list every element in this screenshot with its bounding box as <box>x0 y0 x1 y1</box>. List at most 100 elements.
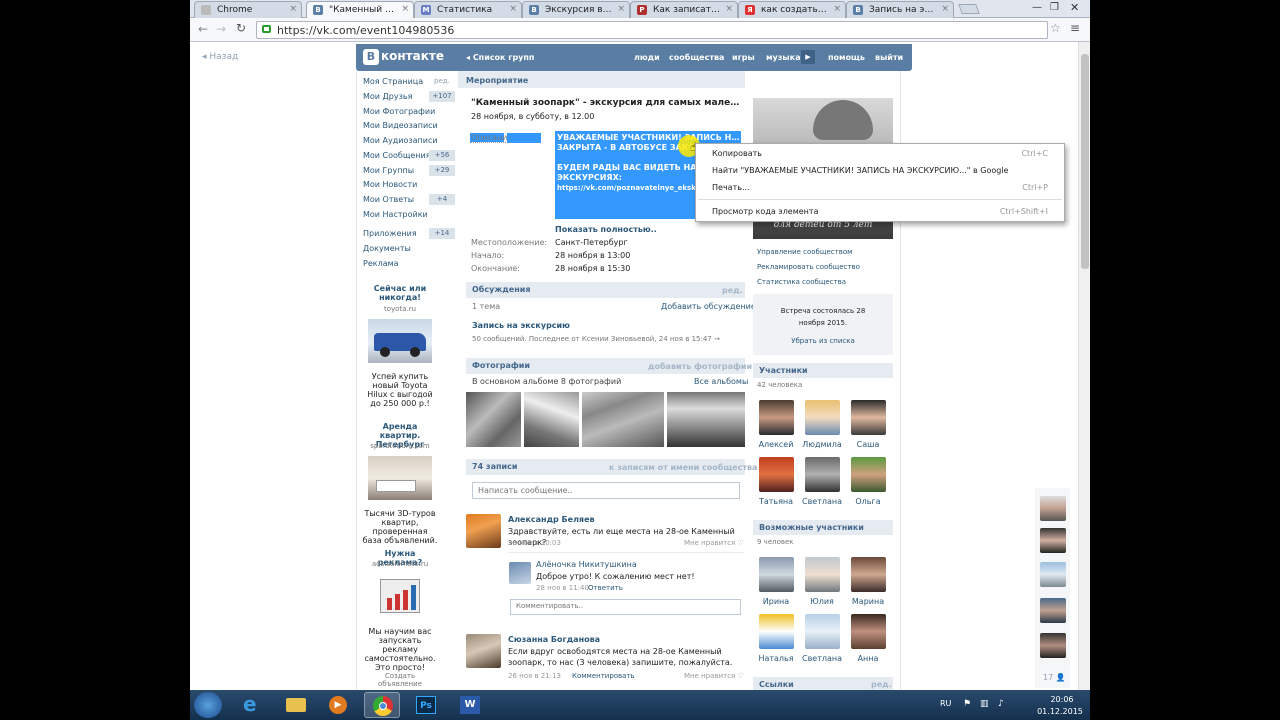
all-albums-link[interactable]: Все альбомы <box>694 377 748 386</box>
chat-avatar[interactable] <box>1040 633 1066 658</box>
reply-button[interactable]: Ответить <box>588 584 623 592</box>
photo-thumb[interactable] <box>466 392 521 447</box>
close-icon[interactable]: × <box>941 4 949 14</box>
minimize-icon[interactable]: — <box>1032 2 1042 13</box>
close-icon[interactable]: × <box>617 4 625 14</box>
nav-people[interactable]: люди <box>634 53 660 62</box>
forward-arrow-icon[interactable]: → <box>216 22 226 36</box>
menu-friends[interactable]: Мои Друзья <box>363 92 412 105</box>
edit-link[interactable]: ред. <box>434 77 450 85</box>
member-name[interactable]: Ирина <box>756 597 796 606</box>
photo-thumb[interactable] <box>524 392 579 447</box>
close-icon[interactable]: × <box>509 4 517 14</box>
member-name[interactable]: Анна <box>848 654 888 663</box>
member-avatar[interactable] <box>805 400 840 435</box>
members-header[interactable]: Участники <box>753 363 893 378</box>
star-icon[interactable]: ☆ <box>1050 21 1061 35</box>
avatar[interactable] <box>509 562 531 584</box>
url-input[interactable]: https://vk.com/event104980536 <box>256 21 1048 39</box>
member-name[interactable]: Ольга <box>848 497 888 506</box>
like-button[interactable]: Мне нравится ♡ <box>684 672 744 680</box>
menu-docs[interactable]: Документы <box>363 244 411 257</box>
maximize-icon[interactable]: ❐ <box>1050 2 1059 13</box>
possible-members-header[interactable]: Возможные участники <box>753 520 893 535</box>
post-author[interactable]: Александр Беляев <box>508 515 595 524</box>
member-name[interactable]: Татьяна <box>756 497 796 506</box>
ad-image-room[interactable] <box>368 456 432 500</box>
comment-button[interactable]: Комментировать <box>572 672 635 680</box>
tab-excursion[interactable]: BЭкскурсия в Пушкин× <box>522 1 630 18</box>
member-name[interactable]: Светлана <box>802 497 842 506</box>
menu-audio[interactable]: Мои Аудиозаписи <box>363 136 438 149</box>
chrome-icon[interactable] <box>364 692 400 718</box>
member-name[interactable]: Людмила <box>802 440 842 449</box>
menu-news[interactable]: Мои Новости <box>363 180 417 193</box>
community-stats-link[interactable]: Статистика сообщества <box>757 278 846 286</box>
close-icon[interactable]: × <box>289 4 297 14</box>
nav-communities[interactable]: сообщества <box>669 53 724 62</box>
menu-icon[interactable]: ≡ <box>1070 21 1080 35</box>
menu-ads[interactable]: Реклама <box>363 259 399 272</box>
ie-icon[interactable]: e <box>234 692 270 718</box>
nav-logout[interactable]: выйти <box>875 53 903 62</box>
back-arrow-icon[interactable]: ← <box>198 22 208 36</box>
tray-network-icon[interactable]: ▥ <box>980 699 989 709</box>
member-avatar[interactable] <box>805 614 840 649</box>
discussions-header[interactable]: Обсуждения <box>466 282 745 298</box>
folder-icon[interactable] <box>278 692 314 718</box>
menu-answers[interactable]: Мои Ответы <box>363 195 414 208</box>
clock-date[interactable]: 01.12.2015 <box>1032 707 1088 716</box>
tray-flag-icon[interactable]: ⚑ <box>963 699 971 709</box>
member-name[interactable]: Алексей <box>756 440 796 449</box>
word-icon[interactable]: W <box>452 692 488 718</box>
avatar[interactable] <box>466 514 501 548</box>
member-avatar[interactable] <box>759 457 794 492</box>
scrollbar[interactable] <box>1078 42 1090 690</box>
close-icon[interactable]: × <box>833 4 841 14</box>
menu-apps[interactable]: Приложения <box>363 229 417 242</box>
chat-avatar[interactable] <box>1040 496 1066 521</box>
menu-videos[interactable]: Мои Видеозаписи <box>363 121 438 134</box>
photo-thumb[interactable] <box>667 392 745 447</box>
member-avatar[interactable] <box>759 400 794 435</box>
chat-avatar[interactable] <box>1040 562 1066 587</box>
window-close-icon[interactable]: ✕ <box>1070 1 1079 14</box>
member-avatar[interactable] <box>805 557 840 592</box>
manage-community-link[interactable]: Управление сообществом <box>757 248 852 256</box>
member-name[interactable]: Наталья <box>756 654 796 663</box>
photo-thumb[interactable] <box>582 392 664 447</box>
context-inspect[interactable]: Просмотр кода элемента <box>712 207 818 216</box>
context-print[interactable]: Печать... <box>712 183 750 192</box>
member-name[interactable]: Светлана <box>802 654 842 663</box>
member-avatar[interactable] <box>851 557 886 592</box>
menu-messages[interactable]: Мои Сообщения <box>363 151 431 164</box>
chat-avatar[interactable] <box>1040 598 1066 623</box>
advertise-community-link[interactable]: Рекламировать сообщество <box>757 263 860 271</box>
nav-music[interactable]: музыка <box>766 53 800 62</box>
play-icon[interactable]: ▶ <box>801 50 815 64</box>
tab-signup[interactable]: BЗапись на экскурсию× <box>846 1 954 18</box>
links-edit-link[interactable]: ред. <box>871 680 892 689</box>
tab-chrome[interactable]: Chrome × <box>194 1 302 18</box>
post-author[interactable]: Сюзанна Богданова <box>508 635 600 644</box>
topic-link[interactable]: Запись на экскурсию <box>472 321 570 330</box>
ad-image-truck[interactable] <box>368 319 432 363</box>
wall-post-input[interactable]: Написать сообщение.. <box>472 482 740 499</box>
member-avatar[interactable] <box>805 457 840 492</box>
groups-list-link[interactable]: ◂ Список групп <box>466 53 534 62</box>
nav-games[interactable]: игры <box>732 53 755 62</box>
context-search-google[interactable]: Найти "УВАЖАЕМЫЕ УЧАСТНИКИ! ЗАПИСЬ НА ЭК… <box>712 166 1008 175</box>
member-avatar[interactable] <box>759 557 794 592</box>
member-avatar[interactable] <box>851 400 886 435</box>
start-button[interactable] <box>194 692 222 718</box>
online-friends-count[interactable]: 17 👤 <box>1043 673 1066 682</box>
member-avatar[interactable] <box>851 614 886 649</box>
new-tab-button[interactable] <box>958 4 980 14</box>
close-icon[interactable]: × <box>725 4 733 14</box>
reply-author[interactable]: Алёночка Никитушкина <box>536 560 637 569</box>
tab-event[interactable]: B"Каменный зоопарк"× <box>306 1 414 18</box>
show-full-link[interactable]: Показать полностью.. <box>555 225 657 234</box>
comment-input[interactable]: Комментировать.. <box>510 599 741 615</box>
ad-title[interactable]: Сейчас или никогда! <box>362 284 438 302</box>
tab-record-video[interactable]: PКак записать видео× <box>630 1 738 18</box>
